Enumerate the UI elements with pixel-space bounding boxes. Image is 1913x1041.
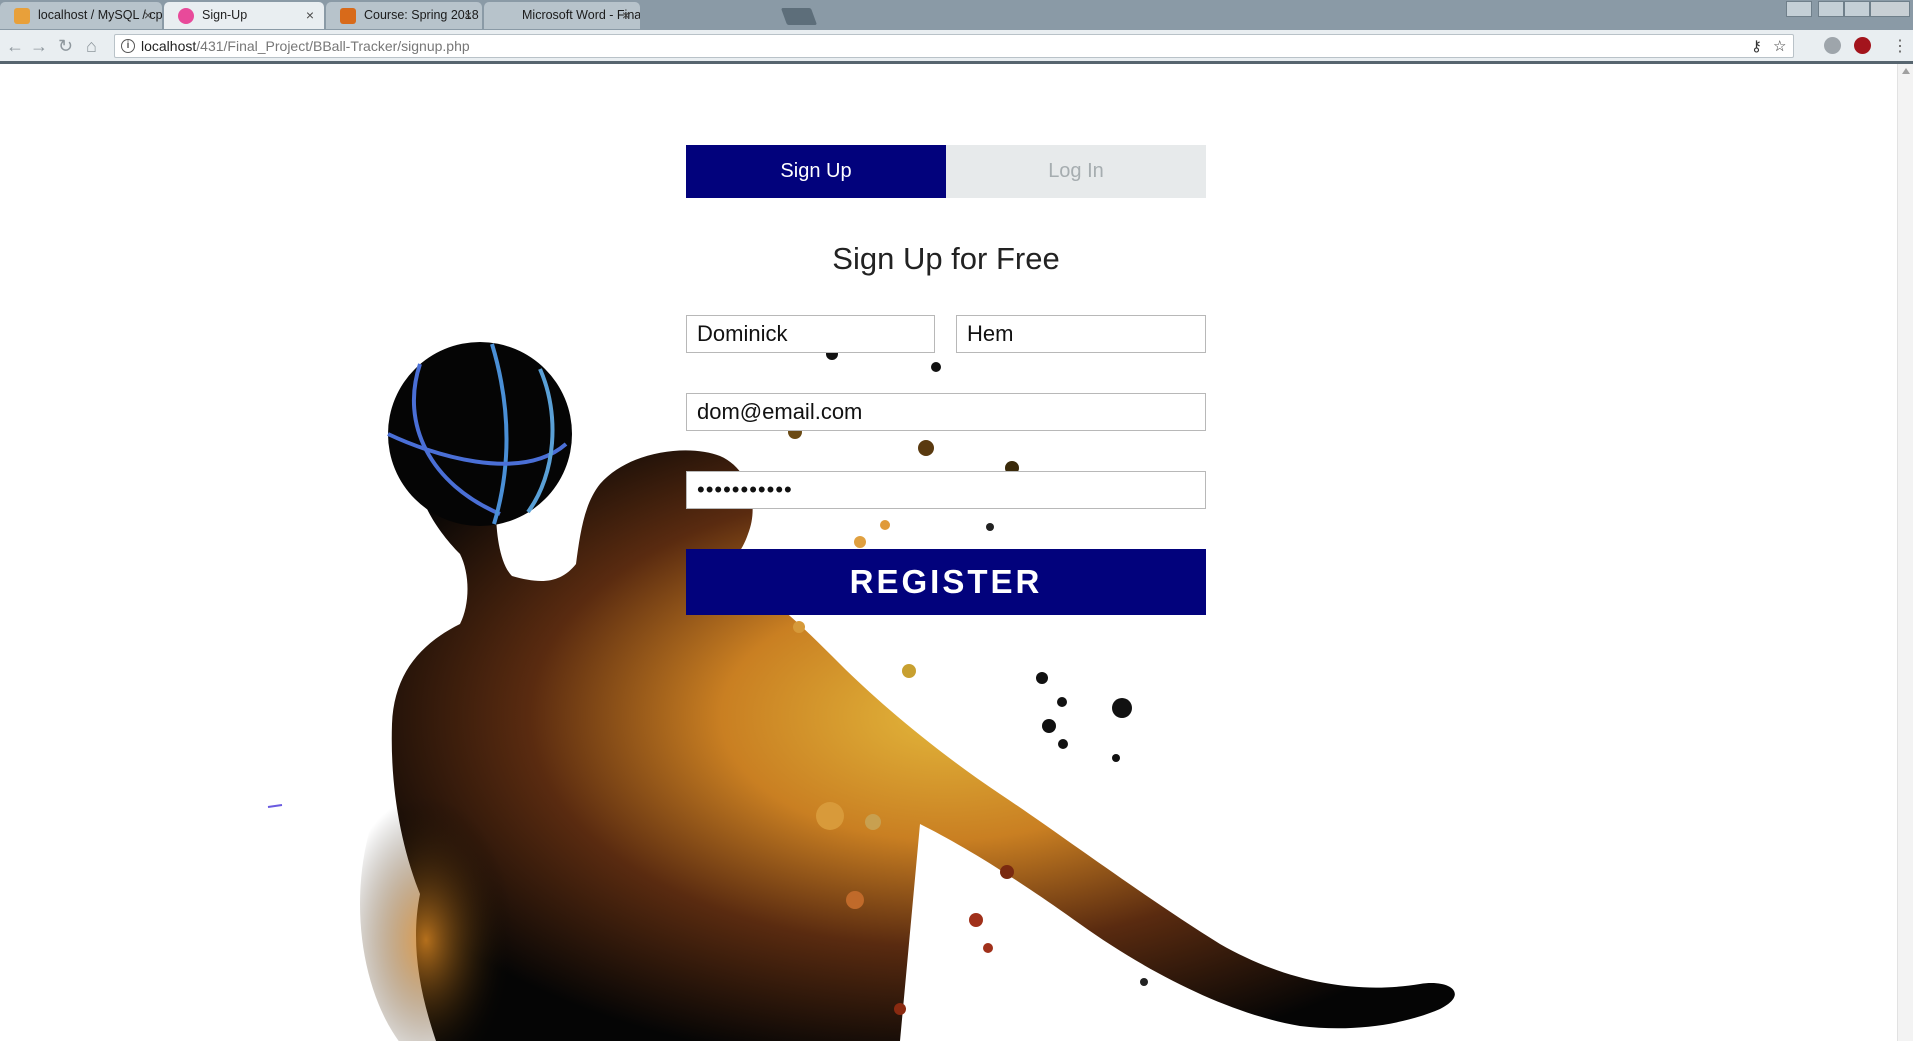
close-icon[interactable]: × <box>622 2 630 29</box>
scroll-up-icon[interactable] <box>1902 68 1910 74</box>
browser-tab-course[interactable]: Course: Spring 2018 CPS × <box>326 2 482 29</box>
new-tab-button[interactable] <box>780 8 818 25</box>
form-title: Sign Up for Free <box>832 241 1060 276</box>
menu-icon[interactable]: ⋮ <box>1892 36 1908 56</box>
page-content: Sign Up Log In Sign Up for Free Dominick… <box>0 64 1897 1041</box>
back-icon[interactable]: ← <box>6 36 24 57</box>
ublock-extension-icon[interactable] <box>1854 37 1871 54</box>
extension-icon[interactable] <box>1824 37 1841 54</box>
register-button[interactable]: REGISTER <box>686 549 1206 615</box>
star-icon[interactable]: ☆ <box>1773 37 1786 55</box>
last-name-field[interactable]: Hem <box>956 315 1206 353</box>
reload-icon[interactable]: ↻ <box>58 36 73 57</box>
maximize-button[interactable] <box>1844 1 1870 17</box>
close-icon[interactable]: × <box>144 2 152 29</box>
browser-tab-phpmyadmin[interactable]: localhost / MySQL / cpsc × <box>0 2 162 29</box>
phpmyadmin-favicon-icon <box>14 8 30 24</box>
minimize-button[interactable] <box>1818 1 1844 17</box>
key-icon[interactable]: ⚷ <box>1751 37 1762 55</box>
close-icon[interactable]: × <box>306 2 314 29</box>
first-name-field[interactable]: Dominick <box>686 315 935 353</box>
home-icon[interactable]: ⌂ <box>86 36 97 57</box>
browser-toolbar: ← → ↻ ⌂ i localhost/431/Final_Project/BB… <box>0 30 1913 64</box>
moodle-favicon-icon <box>340 8 356 24</box>
url-text[interactable]: localhost/431/Final_Project/BBall-Tracke… <box>141 38 470 54</box>
browser-tab-signup[interactable]: Sign-Up × <box>164 2 324 29</box>
form-tabs: Sign Up Log In <box>686 145 1206 198</box>
signup-form: Sign Up Log In Sign Up for Free Dominick… <box>686 145 1206 615</box>
profile-icon[interactable] <box>1786 1 1812 17</box>
scrollbar[interactable] <box>1897 64 1913 1041</box>
signup-favicon-icon <box>178 8 194 24</box>
close-icon[interactable]: × <box>464 2 472 29</box>
forward-icon[interactable]: → <box>30 36 48 57</box>
close-window-button[interactable] <box>1870 1 1910 17</box>
email-field[interactable]: dom@email.com <box>686 393 1206 431</box>
browser-chrome: localhost / MySQL / cpsc × Sign-Up × Cou… <box>0 0 1913 64</box>
tab-strip: localhost / MySQL / cpsc × Sign-Up × Cou… <box>0 0 1913 30</box>
tab-signup[interactable]: Sign Up <box>686 145 946 198</box>
password-field[interactable]: ••••••••••• <box>686 471 1206 509</box>
info-icon[interactable]: i <box>121 39 135 53</box>
document-favicon-icon <box>498 8 514 24</box>
tab-login[interactable]: Log In <box>946 145 1206 198</box>
address-bar[interactable]: i localhost/431/Final_Project/BBall-Trac… <box>114 34 1794 58</box>
browser-tab-word[interactable]: Microsoft Word - FinalPr × <box>484 2 640 29</box>
